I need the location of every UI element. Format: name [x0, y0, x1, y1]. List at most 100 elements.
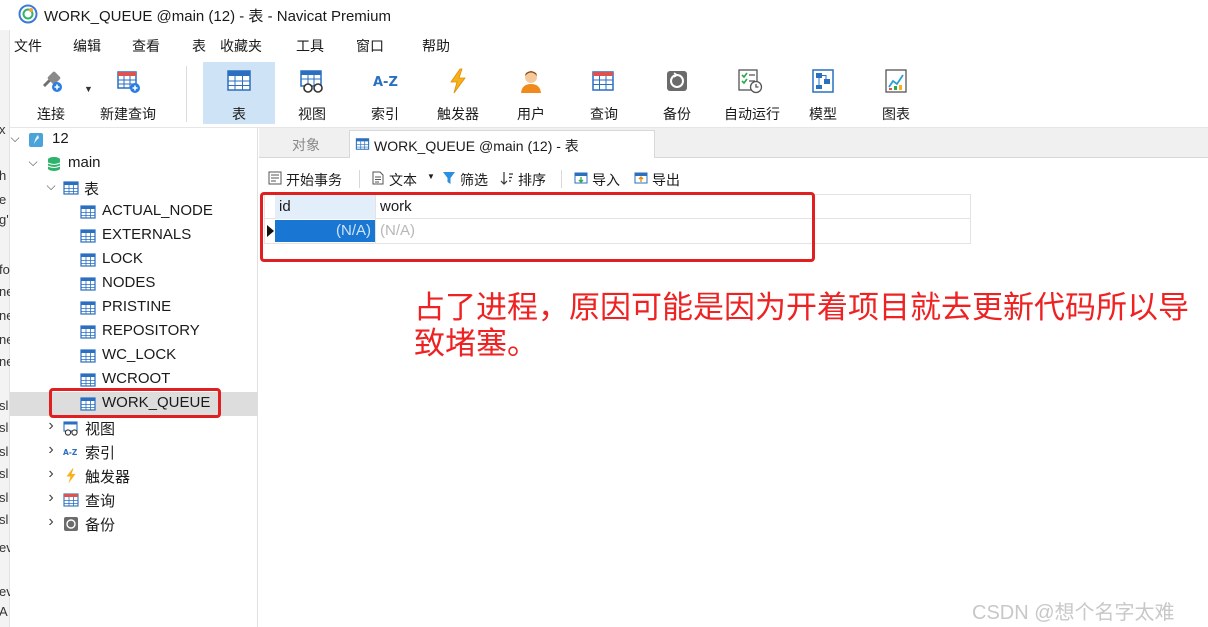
table-icon	[80, 204, 96, 220]
table-icon	[80, 276, 96, 292]
table-icon	[80, 228, 96, 244]
chevron-right-icon[interactable]: ›	[44, 514, 58, 530]
table-icon	[63, 181, 79, 195]
background-text-fragment: e	[0, 192, 7, 207]
chevron-right-icon[interactable]: ›	[44, 418, 58, 434]
tree-folder-item[interactable]: › 视图	[10, 416, 258, 440]
toolbar-separator	[186, 66, 187, 122]
svg-text:A-Z: A-Z	[63, 448, 78, 457]
main-toolbar: 连接 ▼ 新建查询 表 视图 A-Z 索引 触发器 用户 查询 备份 自动运行 …	[10, 60, 1208, 128]
query-icon	[63, 492, 79, 508]
sort-label: 排序	[518, 172, 546, 188]
background-text-fragment: sl	[0, 398, 9, 413]
menu-help[interactable]: 帮助	[418, 34, 454, 58]
chevron-down-icon[interactable]: ▼	[427, 172, 435, 181]
table-icon	[80, 372, 96, 388]
chevron-right-icon[interactable]: ›	[44, 466, 58, 482]
toolbar-separator	[359, 170, 360, 188]
tree-database-label: main	[68, 154, 101, 171]
highlight-box-grid	[260, 192, 815, 262]
tree-folder-item[interactable]: › A-Z 索引	[10, 440, 258, 464]
tree-folder-item[interactable]: › 查询	[10, 488, 258, 512]
new-query-icon	[117, 71, 140, 93]
backup-icon	[667, 71, 687, 91]
background-text-fragment: g'	[0, 212, 9, 227]
sqlite-connection-icon	[29, 133, 43, 147]
tree-table-item[interactable]: ACTUAL_NODE	[10, 200, 258, 224]
object-tree: ⌵ 12 ⌵ main ⌵ 表 ACTUAL_NODE EXTERNALS LOCK…	[10, 128, 258, 627]
tree-table-item[interactable]: PRISTINE	[10, 296, 258, 320]
tree-folder-item[interactable]: › 触发器	[10, 464, 258, 488]
chevron-down-icon[interactable]: ⌵	[44, 179, 58, 193]
background-text-fragment: fo	[0, 262, 10, 277]
background-text-fragment: x	[0, 122, 6, 137]
menu-file[interactable]: 文件	[10, 34, 46, 58]
filter-label: 筛选	[460, 172, 488, 188]
text-view-label: 文本	[389, 172, 417, 188]
import-label: 导入	[592, 172, 620, 188]
toolbar-chart-button[interactable]: 图表	[860, 62, 932, 124]
tree-table-item[interactable]: REPOSITORY	[10, 320, 258, 344]
toolbar-label: 自动运行	[724, 106, 780, 122]
toolbar-label: 模型	[809, 106, 837, 122]
tree-table-label: WC_LOCK	[102, 346, 177, 363]
toolbar-table-button[interactable]: 表	[203, 62, 275, 124]
toolbar-index-button[interactable]: A-Z 索引	[349, 62, 421, 124]
tab-work-queue-label: WORK_QUEUE @main (12) - 表	[374, 138, 579, 154]
chevron-down-icon[interactable]: ⌵	[26, 155, 40, 169]
background-text-fragment: h	[0, 168, 7, 183]
toolbar-model-button[interactable]: 模型	[787, 62, 859, 124]
svg-text:A-Z: A-Z	[373, 75, 398, 90]
trigger-icon	[63, 468, 79, 484]
toolbar-connect-button[interactable]: 连接	[15, 62, 87, 124]
chevron-right-icon[interactable]: ›	[44, 490, 58, 506]
chart-icon	[885, 69, 907, 93]
tree-tables-folder-label: 表	[84, 181, 100, 198]
tab-work-queue[interactable]: WORK_QUEUE @main (12) - 表	[349, 130, 655, 158]
watermark: CSDN @想个名字太难	[972, 602, 1175, 624]
chevron-right-icon[interactable]: ›	[44, 442, 58, 458]
toolbar-label: 图表	[882, 106, 910, 122]
menu-favorites[interactable]: 收藏夹	[216, 34, 266, 58]
tree-database[interactable]: ⌵ main	[10, 152, 258, 176]
chevron-down-icon[interactable]: ⌵	[8, 131, 22, 145]
toolbar-view-button[interactable]: 视图	[276, 62, 348, 124]
menu-edit[interactable]: 编辑	[69, 34, 105, 58]
transaction-icon	[268, 171, 282, 185]
menu-view[interactable]: 查看	[128, 34, 164, 58]
menu-tools[interactable]: 工具	[292, 34, 328, 58]
toolbar-label: 连接	[37, 106, 65, 122]
toolbar-label: 新建查询	[100, 106, 156, 122]
toolbar-label: 用户	[517, 106, 545, 122]
tree-table-item[interactable]: NODES	[10, 272, 258, 296]
toolbar-label: 触发器	[437, 106, 479, 122]
table-icon	[80, 348, 96, 364]
tree-tables-folder[interactable]: ⌵ 表	[10, 176, 258, 200]
tree-table-item[interactable]: WC_LOCK	[10, 344, 258, 368]
toolbar-user-button[interactable]: 用户	[495, 62, 567, 124]
toolbar-new-query-button[interactable]: 新建查询	[92, 62, 164, 124]
tree-connection[interactable]: ⌵ 12	[10, 128, 258, 152]
tree-table-item[interactable]: EXTERNALS	[10, 224, 258, 248]
export-label: 导出	[652, 172, 680, 188]
background-text-fragment: sl	[0, 444, 9, 459]
toolbar-auto-run-button[interactable]: 自动运行	[714, 62, 790, 124]
toolbar-trigger-button[interactable]: 触发器	[422, 62, 494, 124]
background-text-fragment: sl	[0, 512, 9, 527]
import-icon	[574, 172, 588, 184]
toolbar-query-button[interactable]: 查询	[568, 62, 640, 124]
toolbar-backup-button[interactable]: 备份	[641, 62, 713, 124]
export-icon	[634, 172, 648, 184]
tree-folder-label: 备份	[85, 517, 116, 534]
tree-table-label: ACTUAL_NODE	[102, 202, 213, 219]
tree-folder-label: 视图	[85, 421, 116, 438]
menu-window[interactable]: 窗口	[352, 34, 388, 58]
tree-folder-item[interactable]: › 备份	[10, 512, 258, 536]
tree-table-item[interactable]: LOCK	[10, 248, 258, 272]
table-icon	[80, 300, 96, 316]
menu-table[interactable]: 表	[188, 34, 210, 58]
tab-objects[interactable]: 对象	[263, 130, 349, 158]
toolbar-label: 视图	[298, 106, 326, 122]
title-bar: WORK_QUEUE @main (12) - 表 - Navicat Prem…	[0, 0, 1208, 30]
tree-folder-label: 查询	[85, 493, 116, 510]
